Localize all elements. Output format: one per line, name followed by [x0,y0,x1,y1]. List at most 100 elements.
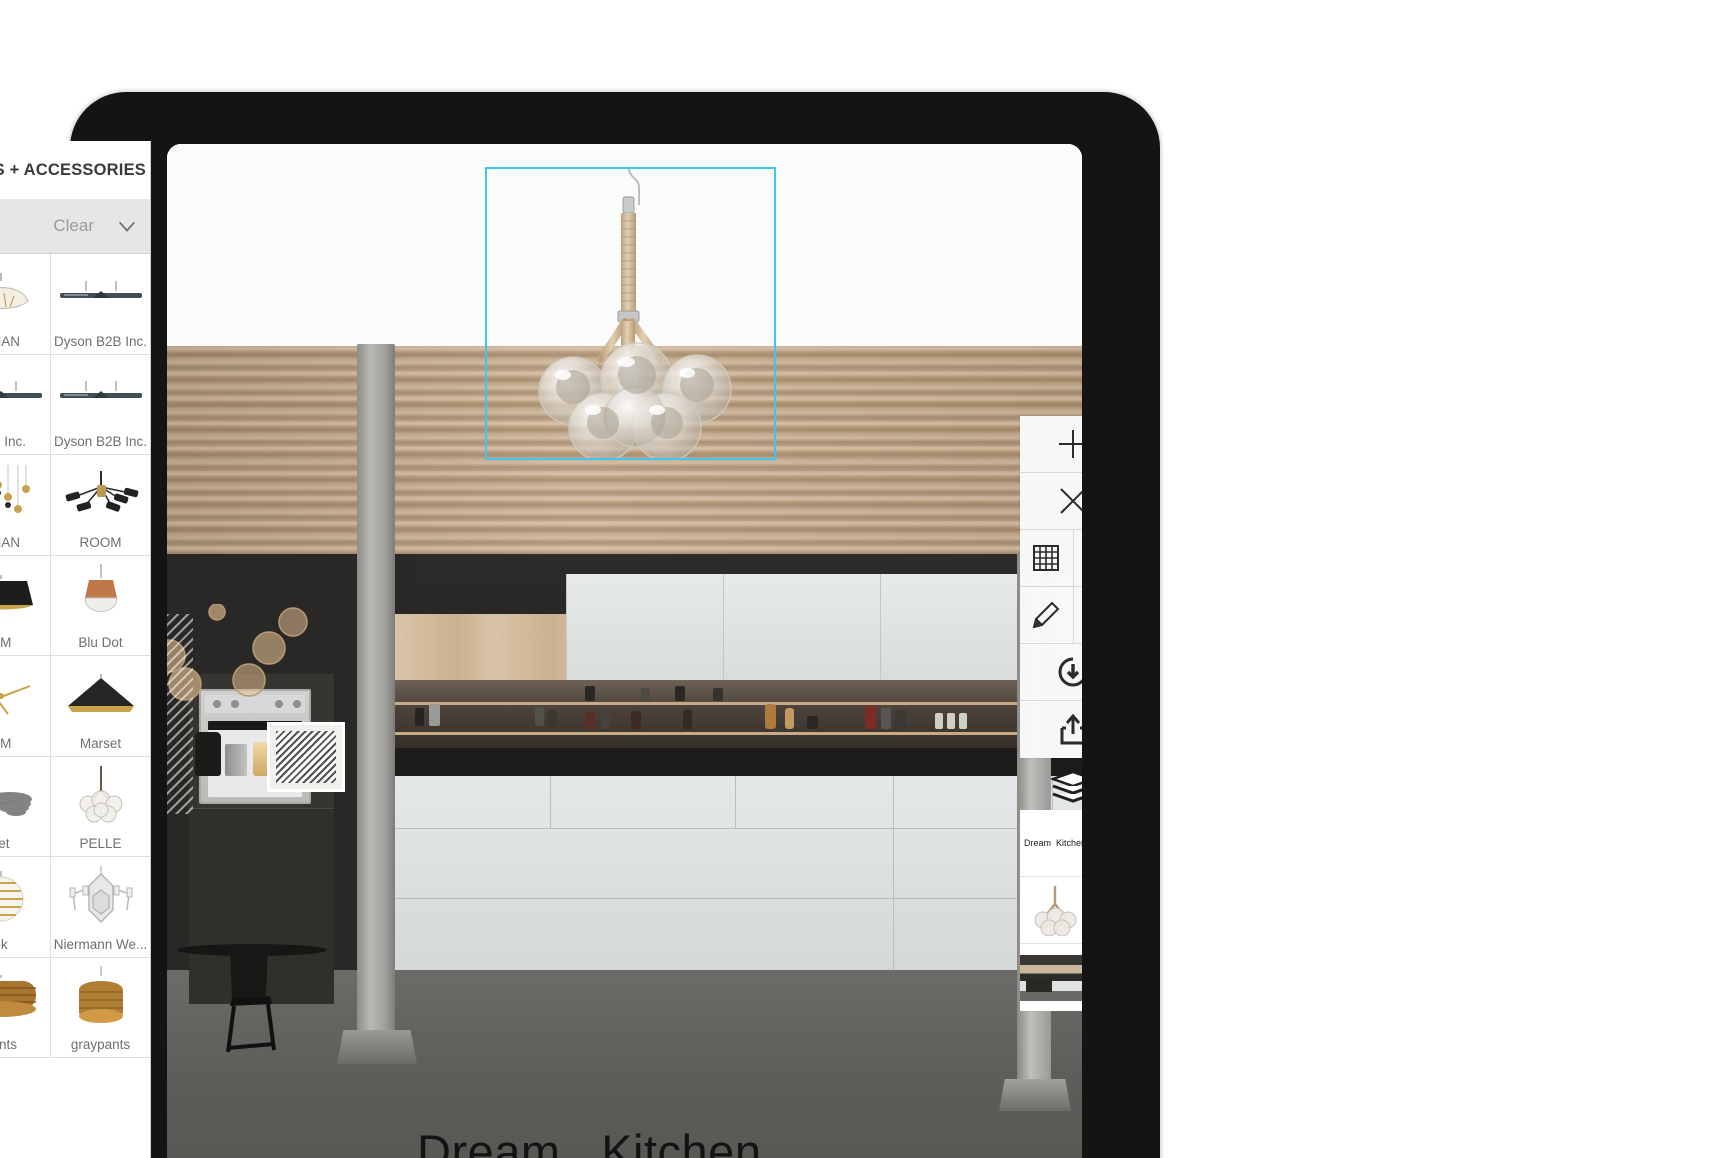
layer-thumb-caption: Dream Kitchen [1023,838,1082,848]
lower-drawers [395,776,1082,970]
pencil-icon [1032,601,1060,629]
product-label: ek [0,936,8,952]
canvas-caption-text[interactable]: Dream Kitchen [417,1124,761,1158]
product-label: PELLE [79,836,122,851]
concrete-column-left [357,344,395,1044]
product-cell[interactable]: pants [0,957,51,1058]
clear-button[interactable]: Clear [53,216,94,236]
column-base-left [337,1030,417,1064]
black-cone-pendant-icon [51,656,150,736]
pendant-shell-icon [0,254,50,334]
product-cell[interactable]: set [0,756,51,857]
layer-thumbnail-text[interactable]: Dream Kitchen [1020,810,1082,876]
chevron-down-icon[interactable] [116,215,138,237]
dining-chair [222,944,282,1054]
product-label: OM [0,635,12,650]
draw-button[interactable] [1020,587,1074,644]
counter-shadow [395,748,1082,778]
product-cell[interactable]: ek [0,857,51,958]
layered-disc-pendant-icon [0,757,50,837]
layers-stack-icon [1051,771,1082,803]
product-cell[interactable]: EMAN [0,455,51,556]
product-cell[interactable]: Marset [51,656,150,757]
product-cell[interactable]: OM [0,656,51,757]
copper-glass-pendant-icon [51,556,150,636]
tablet-screen: Dream Kitchen Dream Kitchen [167,144,1082,1158]
six-arm-sputnik-icon [51,455,150,535]
share-upload-icon [1060,713,1082,744]
layer-row[interactable] [1020,944,1082,1011]
layer-thumbnail-chandelier[interactable] [1020,877,1082,943]
save-download-icon [1058,657,1082,687]
share-button[interactable] [1020,701,1082,758]
dyson-linear-light-icon [0,355,50,435]
glass-partition [167,614,193,814]
selection-bounding-box[interactable] [485,167,776,460]
chandelier-thumb-icon [1034,886,1077,936]
dyson-linear-light-icon [51,254,150,334]
dyson-linear-light-icon [51,355,150,435]
multi-drop-pendant-icon [0,455,50,535]
sidebar-header: GHTS + ACCESSORIES [0,141,150,199]
product-cell[interactable]: Niermann We... [51,857,150,958]
layer-list: Dream Kitchen [1020,810,1082,1011]
upper-cabinet-2 [723,574,880,689]
layer-thumbnail-background[interactable] [1020,944,1082,1011]
layer-row[interactable] [1020,877,1082,944]
black-gold-drum-shade-icon [0,556,50,636]
layers-panel: Dream Kitchen [1020,768,1082,1011]
product-grid: EMAN Dyson B2B Inc. B2B Inc. Dyson B2B Inc.… [0,254,150,1058]
kitchen-photo-thumb [1020,954,1082,1001]
design-canvas[interactable]: Dream Kitchen [167,144,1082,1158]
tool-palette [1020,416,1082,758]
app-root: Dream Kitchen Dream Kitchen + ACCESSORIE… [0,0,1714,1158]
save-button[interactable] [1020,644,1082,701]
product-label: set [0,836,10,851]
product-cell[interactable]: graypants [51,957,150,1058]
sidebar-title: GHTS + ACCESSORIES [0,160,146,179]
column-base-right [999,1079,1071,1111]
product-cell[interactable]: ROOM [51,455,150,556]
plus-icon [1059,430,1082,458]
product-sidebar: GHTS + ACCESSORIES Clear EMAN Dyson B2B I… [0,141,151,1158]
text-button[interactable] [1073,587,1082,644]
gold-thin-arm-icon [0,656,50,736]
open-shelving [395,680,1082,752]
product-label: Niermann We... [53,936,148,952]
layer-row[interactable]: Dream Kitchen [1020,810,1082,877]
product-label: B2B Inc. [0,434,27,449]
sidebar-filter-bar[interactable]: Clear [0,199,150,254]
close-icon [1060,488,1082,514]
layers-toggle-button[interactable] [1020,768,1082,810]
product-label: ROOM [79,534,122,550]
product-cell[interactable]: PELLE [51,756,150,857]
cardboard-dome-icon [51,958,150,1038]
product-cell[interactable]: Dyson B2B Inc. [51,354,150,455]
image-button[interactable] [1073,530,1082,587]
black-vase [195,732,221,776]
product-cell[interactable]: B2B Inc. [0,354,51,455]
product-label: graypants [70,1037,131,1052]
bubble-cluster-icon [51,757,150,837]
metal-canister [225,744,247,776]
product-cell[interactable]: OM [0,555,51,656]
grid-icon [1033,545,1060,571]
add-button[interactable] [1020,416,1082,473]
product-label: pants [0,1037,18,1052]
upper-cabinet-3 [880,574,1037,689]
grid-button[interactable] [1020,530,1074,587]
product-cell[interactable]: Blu Dot [51,555,150,656]
product-label: Dyson B2B Inc. [53,333,148,349]
product-cell[interactable]: Dyson B2B Inc. [51,254,150,355]
close-button[interactable] [1020,473,1082,530]
framed-art [267,722,345,792]
striped-globe-icon [0,857,50,937]
product-cell[interactable]: EMAN [0,254,51,355]
crystal-chandelier-icon [51,857,150,937]
cardboard-drum-icon [0,958,50,1038]
product-label: EMAN [0,333,20,349]
product-label: OM [0,735,12,751]
product-label: Marset [79,735,122,751]
product-label: Blu Dot [78,635,123,650]
product-label: EMAN [0,534,20,550]
